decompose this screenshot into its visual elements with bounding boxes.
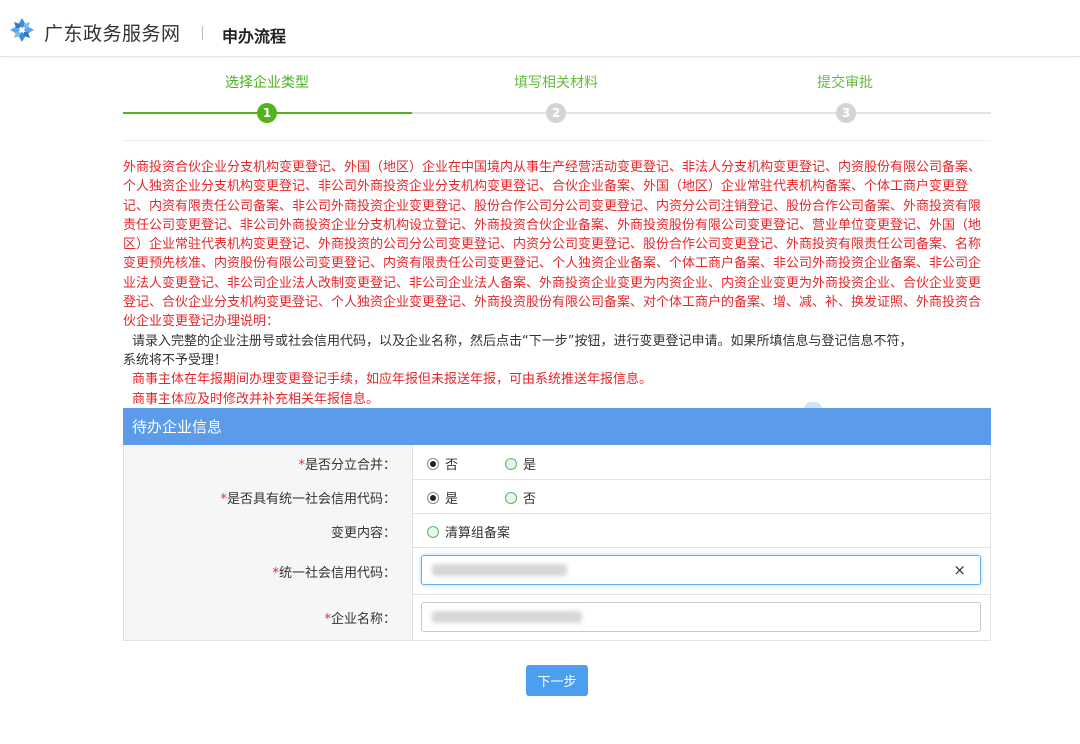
clear-icon[interactable]: × [953, 561, 966, 579]
redacted-value [432, 611, 582, 623]
form-header: 待办企业信息 [123, 408, 991, 445]
warning-text-2: 商事主体应及时修改并补充相关年报信息。 [132, 391, 380, 407]
guangdong-logo-icon[interactable] [8, 16, 36, 44]
liquidation-filing-radio[interactable]: 清算组备案 [427, 522, 510, 541]
form-title: 待办企业信息 [132, 418, 223, 436]
has-credit-code-yes-radio[interactable]: 是 [427, 488, 458, 507]
instruction-text: 请录入完整的企业注册号或社会信用代码，以及企业名称，然后点击“下一步”按钮，进行… [132, 333, 913, 349]
form-row-credit-code: *统一社会信用代码： × [123, 547, 991, 595]
has-credit-code-label: 是否具有统一社会信用代码： [226, 492, 396, 507]
step-2-circle: 2 [546, 103, 566, 123]
has-credit-code-no-radio[interactable]: 否 [505, 488, 536, 507]
next-step-button[interactable]: 下一步 [526, 665, 588, 696]
credit-code-input[interactable]: × [421, 555, 981, 585]
credit-code-label: 统一社会信用代码： [278, 566, 396, 581]
form-row-split-merge: *是否分立合并： 否 是 [123, 445, 991, 480]
split-merge-no-radio[interactable]: 否 [427, 454, 458, 473]
steps-divider [123, 140, 991, 141]
progress-steps: 选择企业类型 填写相关材料 提交审批 1 2 3 [123, 0, 991, 141]
radio-checked-icon [427, 457, 439, 470]
company-name-input[interactable] [421, 602, 981, 632]
company-name-label: 企业名称： [330, 612, 396, 627]
radio-unchecked-icon [505, 491, 517, 504]
step-3-label: 提交审批 [817, 75, 873, 91]
form-row-has-credit-code: *是否具有统一社会信用代码： 是 否 [123, 479, 991, 514]
business-types-text: 外商投资合伙企业分支机构变更登记、外国（地区）企业在中国境内从事生产经营活动变更… [123, 160, 982, 330]
step-1-label: 选择企业类型 [225, 75, 309, 91]
step-progress-remaining [412, 112, 991, 114]
step-3-circle: 3 [836, 103, 856, 123]
redacted-value [432, 564, 567, 576]
change-content-label: 变更内容： [330, 526, 396, 541]
form-row-company-name: *企业名称： [123, 594, 991, 641]
radio-unchecked-icon [505, 457, 517, 470]
split-merge-yes-radio[interactable]: 是 [505, 454, 536, 473]
radio-unchecked-icon [427, 525, 439, 538]
step-2-label: 填写相关材料 [514, 75, 598, 91]
step-1-circle: 1 [257, 103, 277, 123]
radio-checked-icon [427, 491, 439, 504]
form-row-change-content: 变更内容： 清算组备案 [123, 513, 991, 548]
notice-section: 外商投资合伙企业分支机构变更登记、外国（地区）企业在中国境内从事生产经营活动变更… [123, 158, 991, 409]
split-merge-label: 是否分立合并： [304, 458, 396, 473]
warning-text: 商事主体在年报期间办理变更登记手续，如应年报但未报送年报，可由系统推送年报信息。 [132, 372, 653, 388]
instruction-text-2: 系统将不予受理！ [123, 352, 228, 368]
